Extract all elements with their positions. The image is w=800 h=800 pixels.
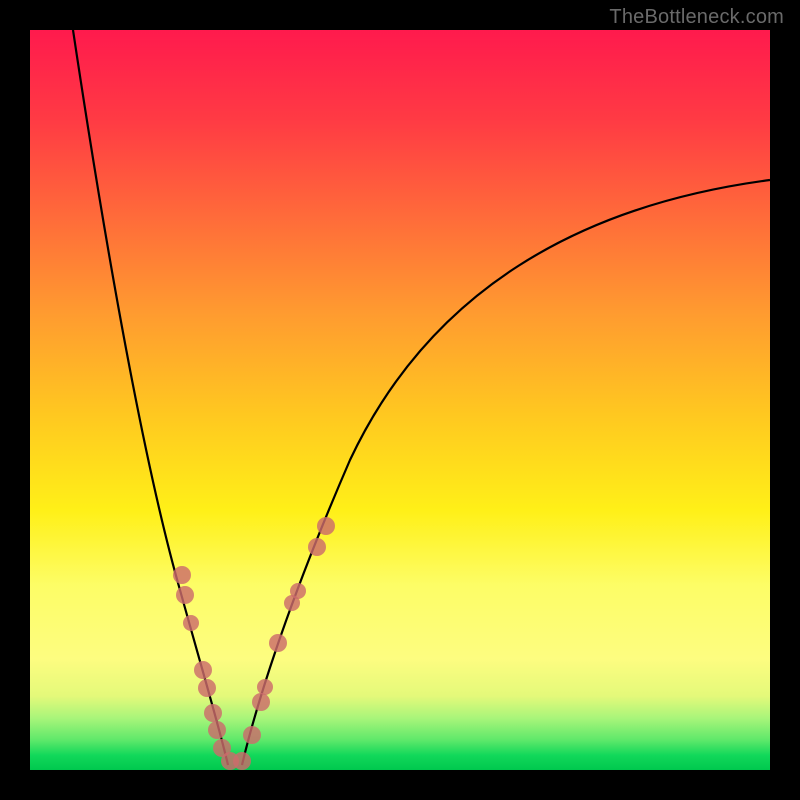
data-point xyxy=(269,634,287,652)
data-point xyxy=(308,538,326,556)
data-point xyxy=(233,752,251,770)
chart-svg xyxy=(30,30,770,770)
data-point xyxy=(176,586,194,604)
data-point xyxy=(194,661,212,679)
curve-left xyxy=(73,30,228,765)
data-point xyxy=(243,726,261,744)
data-point xyxy=(317,517,335,535)
data-point xyxy=(183,615,199,631)
data-point xyxy=(257,679,273,695)
data-point xyxy=(173,566,191,584)
curve-right xyxy=(242,180,770,765)
data-point xyxy=(204,704,222,722)
data-point xyxy=(208,721,226,739)
watermark-text: TheBottleneck.com xyxy=(609,6,784,29)
data-point xyxy=(290,583,306,599)
data-point xyxy=(198,679,216,697)
chart-area xyxy=(30,30,770,770)
data-point xyxy=(252,693,270,711)
